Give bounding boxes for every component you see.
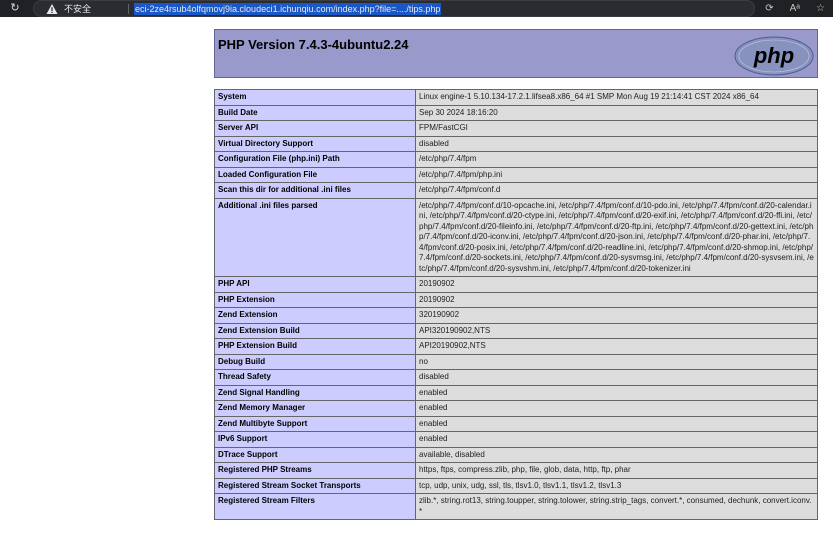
phpinfo-table: System Linux engine-1 5.10.134-17.2.1.lif… (214, 89, 818, 520)
table-row: Configuration File (php.ini) Path/etc/ph… (214, 151, 818, 168)
table-value-cell: zlib.*, string.rot13, string.toupper, st… (415, 493, 818, 520)
table-value-cell: /etc/php/7.4/fpm (415, 151, 818, 168)
table-row: System Linux engine-1 5.10.134-17.2.1.lif… (214, 89, 818, 106)
table-row: Zend Extension 320190902 (214, 307, 818, 324)
table-row: Zend Memory Manager enabled (214, 400, 818, 417)
table-row: Loaded Configuration File/etc/php/7.4/fp… (214, 166, 818, 183)
table-key-cell: Registered Stream Filters (214, 493, 416, 520)
table-key-cell: Thread Safety (214, 369, 416, 386)
phpinfo-page: PHP Version 7.4.3-4ubuntu2.24 php (214, 29, 818, 78)
table-key-cell: Server API (214, 120, 416, 137)
table-value-cell: 20190902 (415, 291, 818, 308)
table-row: Virtual Directory Support disabled (214, 135, 818, 152)
table-row: Server API FPM/FastCGI (214, 120, 818, 137)
table-value-cell: enabled (415, 384, 818, 401)
security-status-label[interactable]: 不安全 (64, 3, 91, 15)
warning-icon[interactable] (46, 3, 58, 15)
table-value-cell: disabled (415, 135, 818, 152)
table-key-cell: Loaded Configuration File (214, 166, 416, 183)
table-key-cell: Zend Multibyte Support (214, 415, 416, 432)
table-row: Registered Stream Socket Transports tcp, … (214, 477, 818, 494)
table-value-cell: /etc/php/7.4/fpm/php.ini (415, 166, 818, 183)
table-row: Scan this dir for additional .ini files /… (214, 182, 818, 199)
table-row: Thread Safety disabled (214, 369, 818, 386)
table-value-cell: https, ftps, compress.zlib, php, file, g… (415, 462, 818, 479)
table-value-cell: no (415, 353, 818, 370)
toolbar-icons: ⟳ Aᵃ ☆ (765, 2, 825, 15)
table-key-cell: Virtual Directory Support (214, 135, 416, 152)
table-value-cell: FPM/FastCGI (415, 120, 818, 137)
address-bar[interactable]: 不安全 eci-2ze4rsub4olfqmovj9ia.cloudeci1.i… (33, 0, 755, 17)
php-logo-text: php (753, 43, 794, 68)
url-field[interactable]: eci-2ze4rsub4olfqmovj9ia.cloudeci1.ichun… (134, 3, 442, 15)
table-value-cell: enabled (415, 400, 818, 417)
table-key-cell: System (214, 89, 416, 106)
table-key-cell: PHP API (214, 276, 416, 293)
table-row: Zend Extension Build API320190902,NTS (214, 322, 818, 339)
table-key-cell: PHP Extension (214, 291, 416, 308)
table-value-cell: Sep 30 2024 18:16:20 (415, 104, 818, 121)
reload-icon[interactable]: ↻ (8, 2, 22, 15)
table-row: Registered Stream Filters zlib.*, string.… (214, 493, 818, 520)
table-row: Build Date Sep 30 2024 18:16:20 (214, 104, 818, 121)
table-key-cell: Registered PHP Streams (214, 462, 416, 479)
table-row: Zend Signal Handling enabled (214, 384, 818, 401)
table-key-cell: Additional .ini files parsed (214, 197, 416, 277)
table-row: DTrace Support available, disabled (214, 446, 818, 463)
table-key-cell: Zend Extension (214, 307, 416, 324)
table-value-cell: 20190902 (415, 276, 818, 293)
table-key-cell: Build Date (214, 104, 416, 121)
table-row: Registered PHP Streams https, ftps, compr… (214, 462, 818, 479)
table-row: PHP Extension Build API20190902,NTS (214, 338, 818, 355)
table-value-cell: API320190902,NTS (415, 322, 818, 339)
favorite-icon[interactable]: ☆ (816, 2, 825, 15)
table-row: Zend Multibyte Support enabled (214, 415, 818, 432)
table-row: Debug Build no (214, 353, 818, 370)
table-value-cell: API20190902,NTS (415, 338, 818, 355)
phpinfo-header: PHP Version 7.4.3-4ubuntu2.24 php (214, 29, 818, 78)
table-row: PHP Extension 20190902 (214, 291, 818, 308)
table-key-cell: Scan this dir for additional .ini files (214, 182, 416, 199)
page-title: PHP Version 7.4.3-4ubuntu2.24 (218, 37, 409, 52)
url-divider (128, 4, 129, 14)
table-value-cell: /etc/php/7.4/fpm/conf.d/10-opcache.ini, … (415, 197, 818, 277)
table-value-cell: 320190902 (415, 307, 818, 324)
table-key-cell: IPv6 Support (214, 431, 416, 448)
table-key-cell: Registered Stream Socket Transports (214, 477, 416, 494)
table-value-cell: /etc/php/7.4/fpm/conf.d (415, 182, 818, 199)
php-logo: php (734, 36, 814, 76)
table-row: IPv6 Support enabled (214, 431, 818, 448)
table-key-cell: PHP Extension Build (214, 338, 416, 355)
table-row: PHP API 20190902 (214, 276, 818, 293)
table-key-cell: Zend Extension Build (214, 322, 416, 339)
table-value-cell: disabled (415, 369, 818, 386)
table-value-cell: Linux engine-1 5.10.134-17.2.1.lifsea8.x… (415, 89, 818, 106)
extension-icon[interactable]: ⟳ (765, 2, 773, 15)
table-value-cell: enabled (415, 415, 818, 432)
table-key-cell: Zend Signal Handling (214, 384, 416, 401)
table-key-cell: DTrace Support (214, 446, 416, 463)
table-value-cell: available, disabled (415, 446, 818, 463)
browser-toolbar: ↻ 不安全 eci-2ze4rsub4olfqmovj9ia.cloudeci1… (0, 0, 833, 17)
read-aloud-icon[interactable]: Aᵃ (790, 2, 800, 15)
table-value-cell: enabled (415, 431, 818, 448)
table-key-cell: Debug Build (214, 353, 416, 370)
table-row: Additional .ini files parsed/etc/php/7.4… (214, 197, 818, 277)
table-key-cell: Configuration File (php.ini) Path (214, 151, 416, 168)
table-key-cell: Zend Memory Manager (214, 400, 416, 417)
table-value-cell: tcp, udp, unix, udg, ssl, tls, tlsv1.0, … (415, 477, 818, 494)
